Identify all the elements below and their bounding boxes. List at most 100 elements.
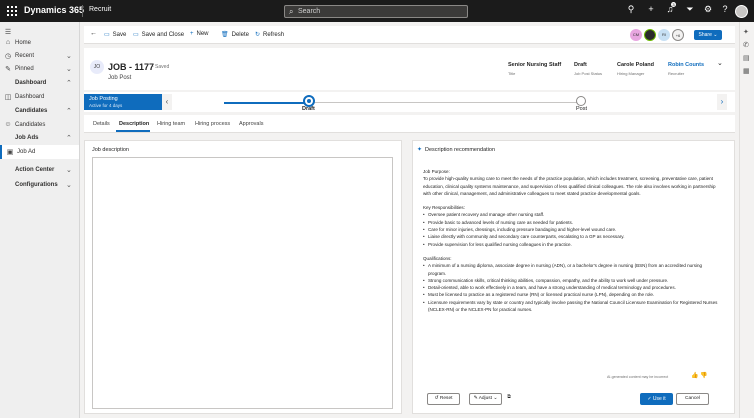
record-title: JOB - 1177 bbox=[108, 62, 155, 72]
help-icon[interactable]: ? bbox=[719, 4, 731, 14]
thumbs-down-icon[interactable]: 👎 bbox=[700, 373, 707, 379]
collaborator-avatar[interactable]: CM bbox=[630, 29, 642, 41]
group-label: Candidates bbox=[15, 108, 48, 114]
next-stage-button[interactable]: › bbox=[717, 94, 727, 110]
job-description-label: Job description bbox=[92, 147, 129, 153]
clock-icon: ◷ bbox=[4, 53, 12, 60]
thumbs-up-icon[interactable]: 👍 bbox=[691, 373, 698, 379]
nav-label: Dashboard bbox=[15, 94, 45, 100]
header-expand-icon[interactable]: ⌄ bbox=[717, 59, 723, 67]
field-status-label: Job Post Status bbox=[574, 71, 603, 76]
notification-count: 3 bbox=[671, 2, 676, 7]
hamburger-icon: ☰ bbox=[4, 29, 12, 36]
more-collaborators[interactable]: +6 bbox=[672, 29, 684, 41]
recommendation-header: ✦ Description recommendation bbox=[417, 146, 495, 153]
field-hiring-manager-value: Carole Poland bbox=[617, 62, 654, 68]
panel-icon[interactable]: ▤ bbox=[743, 54, 750, 62]
nav-item-job-ad[interactable]: ▣ Job Ad bbox=[0, 145, 79, 159]
refresh-button[interactable]: ↻ Refresh bbox=[255, 31, 284, 38]
list-item: Strong communication skills, critical th… bbox=[423, 277, 719, 285]
reset-button[interactable]: ↺ Reset bbox=[427, 393, 460, 405]
feedback-buttons: 👍 👎 bbox=[691, 372, 708, 379]
save-button[interactable]: ▭ Save bbox=[104, 31, 126, 38]
list-item: A minimum of a nursing diploma, associat… bbox=[423, 262, 719, 277]
add-icon[interactable]: + bbox=[645, 4, 657, 14]
tab-details[interactable]: Details bbox=[93, 121, 110, 127]
nav-group-candidates[interactable]: Candidates ⌃ bbox=[15, 108, 72, 115]
nav-item-recent[interactable]: ◷ Recent ⌄ bbox=[0, 49, 79, 63]
qualifications-list: A minimum of a nursing diploma, associat… bbox=[423, 262, 719, 313]
share-label: Share bbox=[698, 32, 712, 38]
chevron-up-icon: ⌃ bbox=[66, 80, 72, 87]
list-item: Must be licensed to practice as a regist… bbox=[423, 291, 719, 299]
checkmark-icon: ✓ bbox=[647, 396, 652, 402]
business-process-flow: Job Posting Active for 4 days ‹ Draft Po… bbox=[84, 92, 735, 112]
tab-hiring-team[interactable]: Hiring team bbox=[157, 121, 185, 127]
reset-icon: ↺ bbox=[434, 396, 439, 401]
use-it-button[interactable]: ✓ Use it bbox=[640, 393, 673, 405]
delete-label: Delete bbox=[231, 32, 249, 38]
nav-group-dashboard[interactable]: Dashboard ⌃ bbox=[15, 80, 72, 87]
group-label: Action Center bbox=[15, 167, 55, 173]
chevron-down-icon: ⌄ bbox=[66, 66, 72, 73]
nav-group-job-ads[interactable]: Job Ads ⌃ bbox=[15, 135, 72, 142]
chevron-down-icon: ⌄ bbox=[66, 167, 72, 174]
cancel-button[interactable]: Cancel bbox=[676, 393, 709, 405]
copilot-icon[interactable]: ✦ bbox=[743, 28, 749, 36]
field-title-value: Senior Nursing Staff bbox=[508, 62, 562, 68]
copy-icon[interactable]: ⧉ bbox=[504, 393, 514, 405]
nav-label: Candidates bbox=[15, 122, 46, 128]
collaborator-avatar[interactable]: RI bbox=[658, 29, 670, 41]
tab-hiring-process[interactable]: Hiring process bbox=[195, 121, 230, 127]
user-avatar[interactable] bbox=[735, 5, 748, 18]
qualifications-heading: Qualifications: bbox=[423, 255, 452, 261]
app-name[interactable]: Recruit bbox=[89, 6, 111, 13]
share-button[interactable]: Share ⌄ bbox=[694, 30, 722, 40]
tab-description[interactable]: Description bbox=[119, 121, 149, 127]
delete-button[interactable]: 🗑 Delete bbox=[221, 31, 249, 38]
collaborator-avatar[interactable] bbox=[644, 29, 656, 41]
app-launcher-icon[interactable] bbox=[7, 6, 17, 16]
progress-line bbox=[224, 102, 309, 104]
field-recruiter-value[interactable]: Robin Counts bbox=[668, 62, 704, 68]
brand-name[interactable]: Dynamics 365 bbox=[24, 5, 84, 15]
pin-icon: ✎ bbox=[5, 66, 11, 73]
active-stage-flyout[interactable]: Job Posting Active for 4 days bbox=[84, 94, 162, 110]
save-status: - Saved bbox=[152, 64, 170, 70]
list-item: Care for minor injuries, dressings, incl… bbox=[423, 226, 719, 234]
group-label: Configurations bbox=[15, 182, 58, 188]
filter-icon[interactable]: ⏷ bbox=[684, 4, 696, 15]
nav-group-action-center[interactable]: Action Center ⌄ bbox=[15, 167, 72, 174]
adjust-dropdown[interactable]: ✎ Adjust ⌄ bbox=[469, 393, 502, 405]
save-and-close-button[interactable]: ▭ Save and Close bbox=[133, 31, 184, 38]
chevron-down-icon: ⌄ bbox=[493, 396, 498, 401]
group-label: Dashboard bbox=[15, 80, 47, 86]
lightbulb-icon[interactable]: ⚲ bbox=[625, 4, 637, 15]
previous-stage-button[interactable]: ‹ bbox=[162, 94, 172, 110]
list-item: Provide supervision for less qualified n… bbox=[423, 241, 719, 249]
search-input[interactable]: ⌕ Search bbox=[284, 5, 468, 18]
notification-icon[interactable]: ♫ 3 bbox=[664, 2, 676, 14]
stage-post-dot[interactable] bbox=[576, 96, 586, 106]
back-icon[interactable]: ← bbox=[90, 30, 97, 37]
field-status-value: Draft bbox=[574, 62, 587, 68]
settings-icon[interactable]: ⚙ bbox=[702, 4, 714, 15]
stage-draft-label[interactable]: Draft bbox=[302, 106, 315, 112]
reset-label: Reset bbox=[439, 396, 453, 401]
nav-item-dashboard[interactable]: ◫ Dashboard bbox=[0, 90, 79, 104]
home-icon: ⌂ bbox=[5, 39, 11, 46]
delete-icon: 🗑 bbox=[221, 32, 229, 38]
nav-item-candidates[interactable]: ☺ Candidates bbox=[0, 118, 79, 132]
search-icon: ⌕ bbox=[289, 7, 294, 16]
nav-item-home[interactable]: ⌂ Home bbox=[0, 36, 79, 50]
stage-post-label[interactable]: Post bbox=[576, 106, 587, 112]
nav-group-configurations[interactable]: Configurations ⌄ bbox=[15, 182, 72, 189]
nav-item-pinned[interactable]: ✎ Pinned ⌄ bbox=[0, 62, 79, 76]
use-it-label: Use it bbox=[652, 396, 666, 402]
new-button[interactable]: + New bbox=[190, 31, 209, 37]
sitemap-nav: ☰ ⌂ Home ◷ Recent ⌄ ✎ Pinned ⌄ Dashboard ⌃ ◫ Da… bbox=[0, 22, 80, 418]
job-description-editor[interactable] bbox=[92, 157, 393, 409]
apps-icon[interactable]: ▦ bbox=[743, 67, 750, 75]
phone-icon[interactable]: ✆ bbox=[743, 41, 749, 49]
tab-approvals[interactable]: Approvals bbox=[239, 121, 263, 127]
